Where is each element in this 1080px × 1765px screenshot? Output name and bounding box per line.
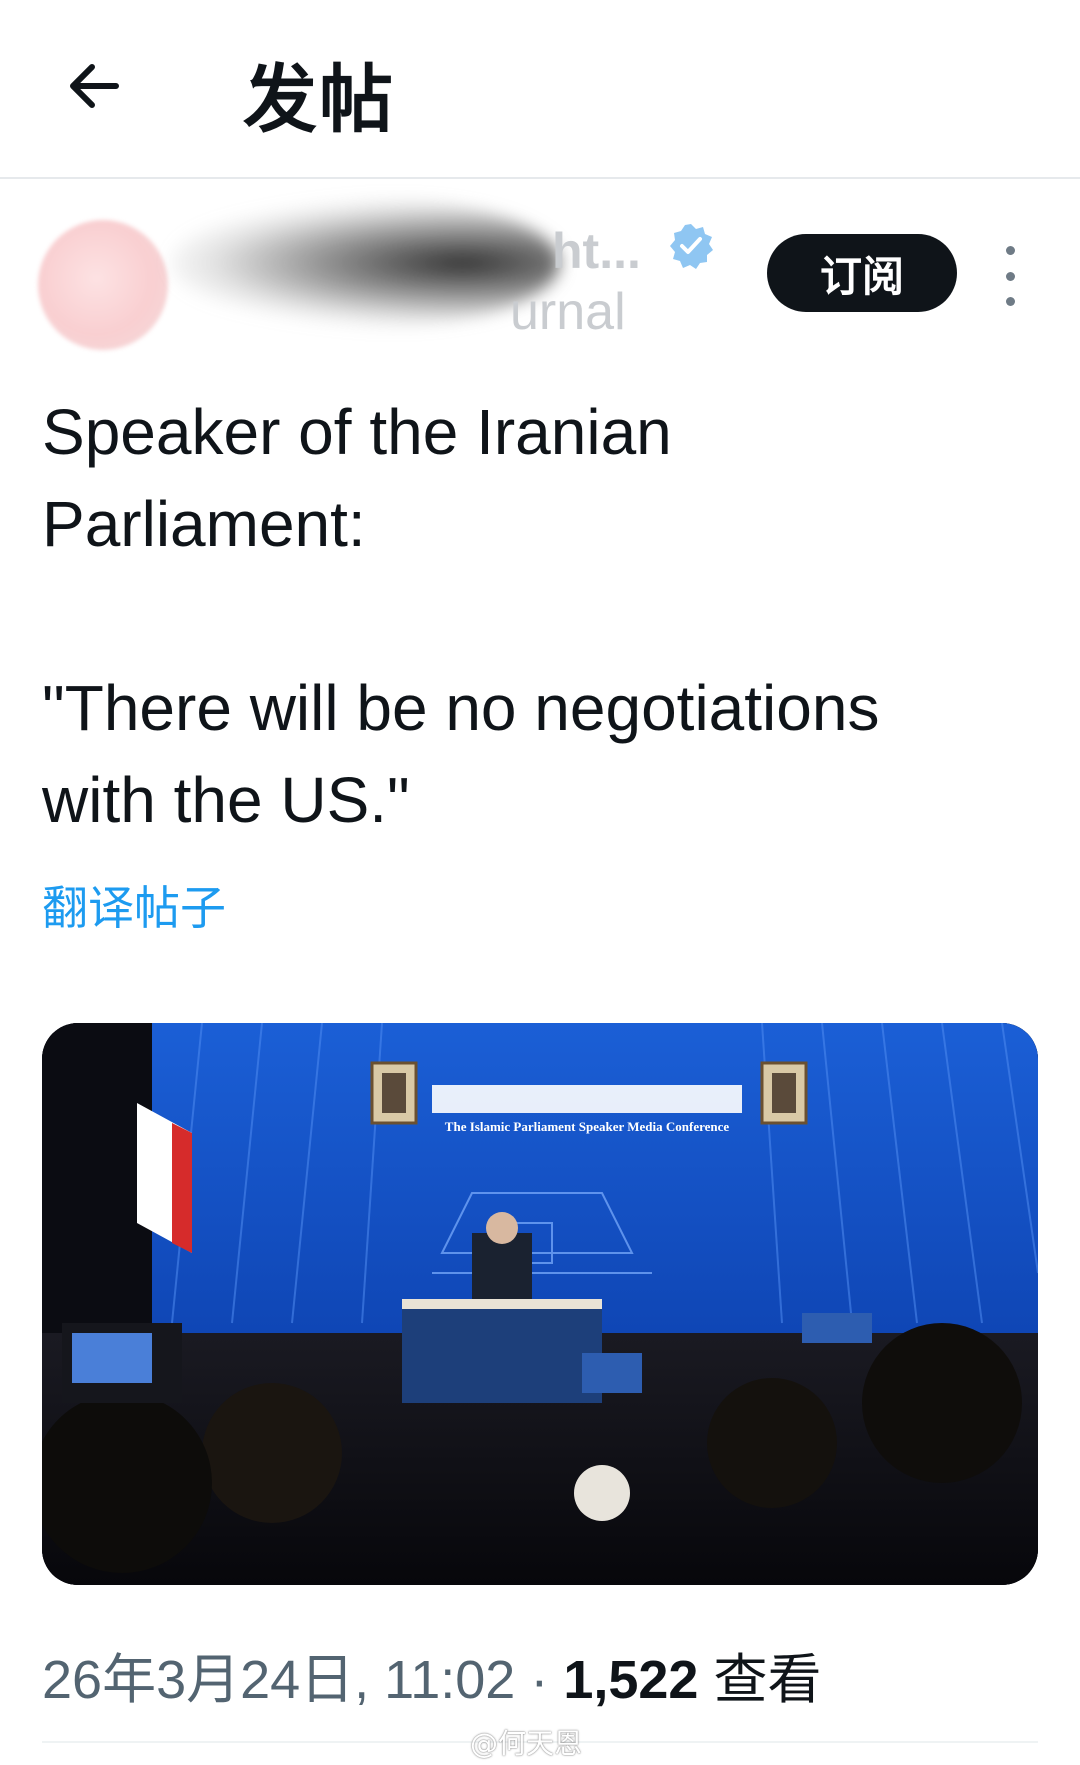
- display-name[interactable]: ht...: [552, 222, 641, 280]
- more-dot-icon: [1005, 271, 1015, 281]
- top-bar: 发帖: [0, 0, 1080, 179]
- meta-separator: ·: [530, 1650, 549, 1710]
- avatar[interactable]: [38, 220, 168, 350]
- more-options-button[interactable]: [995, 246, 1025, 306]
- press-conference-photo: The Islamic Parliament Speaker Media Con…: [42, 1023, 1038, 1585]
- arrow-left-icon: [70, 64, 119, 108]
- post-meta: 26年3月24日, 11:02 · 1,522 查看: [42, 1635, 821, 1714]
- page-title: 发帖: [243, 57, 395, 143]
- verified-badge-icon: [670, 224, 713, 269]
- post-author: ht... urnal 订阅: [0, 190, 1080, 370]
- banner-title: The Islamic Parliament Speaker Media Con…: [445, 1119, 730, 1134]
- more-dot-icon: [1005, 246, 1015, 255]
- watermark: @何天恩: [470, 1727, 583, 1760]
- user-handle[interactable]: urnal: [510, 282, 626, 342]
- views-count: 1,522: [563, 1650, 699, 1710]
- post-text: Speaker of the Iranian Parliament: "Ther…: [42, 396, 880, 836]
- post-image[interactable]: The Islamic Parliament Speaker Media Con…: [42, 1023, 1038, 1585]
- translate-post-link[interactable]: 翻译帖子: [42, 872, 226, 938]
- back-button[interactable]: [58, 50, 130, 122]
- redaction-blur: [170, 198, 560, 328]
- views-label: 查看: [713, 1650, 822, 1710]
- post-datetime[interactable]: 26年3月24日, 11:02: [42, 1650, 515, 1710]
- more-dot-icon: [1005, 297, 1015, 306]
- subscribe-button[interactable]: 订阅: [767, 234, 957, 312]
